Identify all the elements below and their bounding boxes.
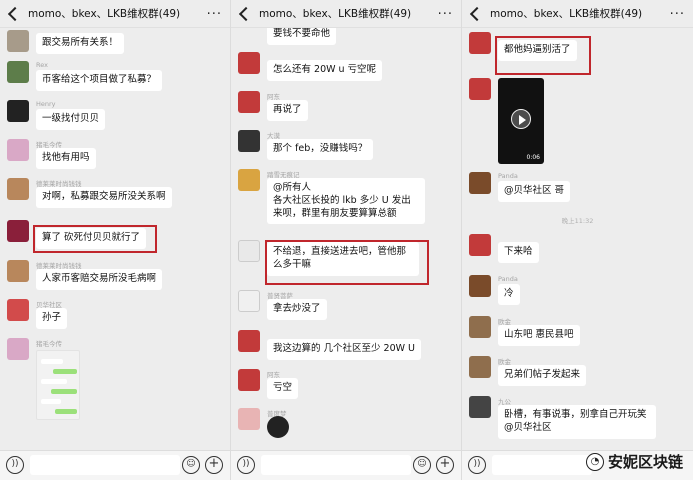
message-bubble[interactable]: 下来哈 (498, 242, 539, 263)
sticker-image[interactable] (267, 416, 289, 438)
avatar[interactable] (238, 330, 260, 352)
message-bubble[interactable]: 孙子 (36, 308, 68, 329)
avatar[interactable] (7, 100, 29, 122)
avatar[interactable] (7, 139, 29, 161)
message-bubble[interactable]: 兄弟们帖子发起来 (498, 365, 587, 386)
message-list[interactable]: 要钱不要命他 怎么还有 20W u 亏空呢 阿东 再说了 大漠 那个 feb，没… (231, 28, 461, 450)
avatar[interactable] (238, 408, 260, 430)
message-bubble[interactable]: 找他有用吗 (36, 148, 96, 169)
input-bar: )) ☺ + (231, 450, 461, 480)
message-bubble[interactable]: 我这边算的 几个社区至少 20W U (267, 339, 421, 360)
sender-name: Panda (498, 275, 518, 283)
avatar[interactable] (469, 78, 491, 100)
message-bubble[interactable]: 那个 feb，没赚钱吗？ (267, 139, 374, 160)
voice-icon[interactable]: )) (6, 456, 24, 474)
back-icon[interactable] (238, 6, 254, 21)
avatar[interactable] (7, 61, 29, 83)
avatar[interactable] (469, 275, 491, 297)
more-icon[interactable]: ··· (207, 7, 222, 22)
avatar[interactable] (7, 338, 29, 360)
avatar[interactable] (469, 234, 491, 256)
avatar[interactable] (238, 240, 260, 262)
avatar[interactable] (238, 130, 260, 152)
back-icon[interactable] (7, 6, 23, 21)
chat-header: momo、bkex、LKB维权群(49) ··· (231, 0, 461, 28)
chat-panel-1: momo、bkex、LKB维权群(49) ··· 跟交易所有关系！ Rex 币客… (0, 0, 231, 480)
plus-icon[interactable]: + (205, 456, 223, 474)
message-input[interactable] (492, 455, 592, 475)
voice-icon[interactable]: )) (237, 456, 255, 474)
message-input[interactable] (30, 455, 180, 475)
message-bubble[interactable]: @所有人 各大社区长投的 lkb 多少 U 发出来呗，群里有朋友要算算总额 (267, 178, 425, 225)
emoji-icon[interactable]: ☺ (182, 456, 200, 474)
voice-icon[interactable]: )) (468, 456, 486, 474)
message-bubble[interactable]: 跟交易所有关系！ (36, 33, 125, 54)
message-bubble[interactable]: 币客给这个项目做了私募？ (36, 70, 163, 91)
avatar[interactable] (7, 30, 29, 52)
message-bubble[interactable]: 要钱不要命他 (267, 28, 337, 45)
message-bubble[interactable]: 卧槽，有事说事，别拿自己开玩笑 @贝华社区 (498, 405, 656, 439)
avatar[interactable] (7, 299, 29, 321)
message-bubble[interactable]: 拿去炒没了 (267, 299, 327, 320)
chat-title: momo、bkex、LKB维权群(49) (490, 8, 643, 20)
sender-name: 猪毛今传 (36, 340, 62, 348)
timestamp: 晚上11:32 (561, 217, 594, 225)
plus-icon[interactable]: + (436, 456, 454, 474)
message-list[interactable]: 跟交易所有关系！ Rex 币客给这个项目做了私募？ Henry 一级找付贝贝 猪… (0, 28, 230, 450)
more-icon[interactable]: ··· (670, 7, 685, 22)
avatar[interactable] (238, 91, 260, 113)
chat-header: momo、bkex、LKB维权群(49) ··· (462, 0, 693, 28)
video-duration: 0:06 (526, 154, 540, 161)
video-message[interactable]: 0:06 (498, 78, 544, 164)
message-list[interactable]: 都他妈逼别活了 0:06 Panda @贝华社区 哥 晚上11:32 下来哈 P… (462, 28, 693, 450)
avatar[interactable] (469, 172, 491, 194)
message-bubble[interactable]: 人家币客赔交易所没毛病啊 (36, 269, 163, 290)
chat-panel-3: momo、bkex、LKB维权群(49) ··· 都他妈逼别活了 0:06 Pa… (462, 0, 693, 480)
message-input[interactable] (261, 455, 411, 475)
sender-name: Henry (36, 100, 56, 108)
chat-header: momo、bkex、LKB维权群(49) ··· (0, 0, 230, 28)
chat-title: momo、bkex、LKB维权群(49) (28, 8, 181, 20)
message-bubble[interactable]: 亏空 (267, 378, 299, 399)
message-bubble[interactable]: 山东吧 惠民县吧 (498, 325, 580, 346)
avatar[interactable] (7, 260, 29, 282)
message-bubble[interactable]: 一级找付贝贝 (36, 109, 106, 130)
sender-name: Rex (36, 61, 48, 69)
message-bubble[interactable]: 冷 (498, 284, 520, 305)
input-bar: )) ☺ + (0, 450, 230, 480)
back-icon[interactable] (469, 6, 485, 21)
avatar[interactable] (7, 220, 29, 242)
watermark-logo-icon: ◔ (585, 452, 604, 471)
highlight-box (265, 240, 429, 285)
chat-panel-2: momo、bkex、LKB维权群(49) ··· 要钱不要命他 怎么还有 20W… (231, 0, 462, 480)
play-icon[interactable] (511, 109, 531, 129)
avatar[interactable] (469, 396, 491, 418)
highlight-box (33, 225, 157, 253)
avatar[interactable] (469, 32, 491, 54)
chat-title: momo、bkex、LKB维权群(49) (259, 8, 412, 20)
avatar[interactable] (238, 52, 260, 74)
watermark-text: 安妮区块链 (607, 453, 683, 471)
sender-name: Panda (498, 172, 518, 180)
screenshot-image[interactable] (36, 350, 80, 420)
message-bubble[interactable]: 再说了 (267, 100, 308, 121)
watermark: ◔ 安妮区块链 (585, 451, 683, 472)
avatar[interactable] (469, 316, 491, 338)
avatar[interactable] (238, 169, 260, 191)
highlight-box (495, 36, 591, 75)
avatar[interactable] (7, 178, 29, 200)
more-icon[interactable]: ··· (438, 7, 453, 22)
message-bubble[interactable]: 怎么还有 20W u 亏空呢 (267, 60, 383, 81)
message-bubble[interactable]: @贝华社区 哥 (498, 181, 571, 202)
message-bubble[interactable]: 对啊，私募跟交易所没关系啊 (36, 187, 172, 208)
avatar[interactable] (238, 290, 260, 312)
avatar[interactable] (238, 369, 260, 391)
avatar[interactable] (469, 356, 491, 378)
emoji-icon[interactable]: ☺ (413, 456, 431, 474)
